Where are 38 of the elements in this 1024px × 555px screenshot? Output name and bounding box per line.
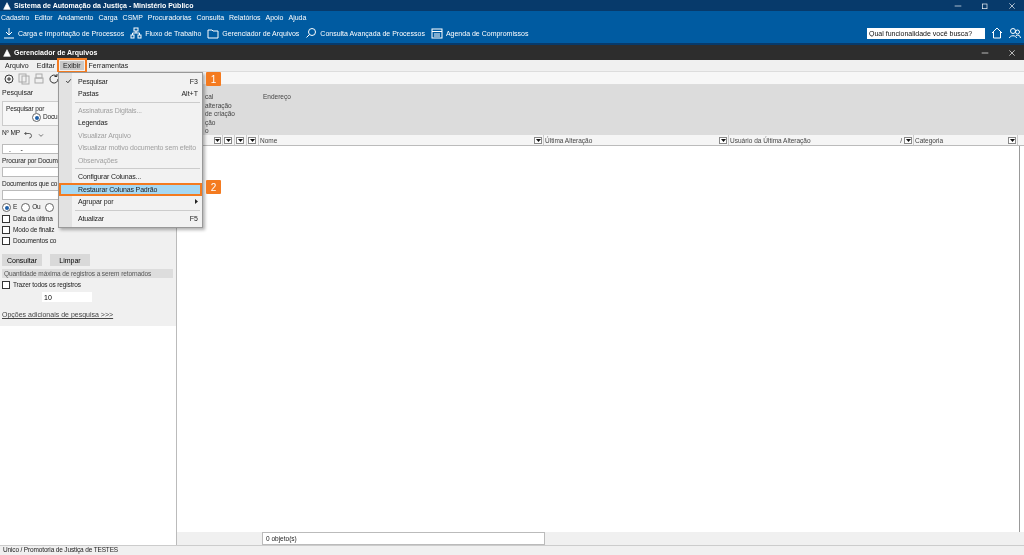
checkbox[interactable] <box>2 215 10 223</box>
print-icon <box>33 72 45 85</box>
radio-button[interactable] <box>2 203 11 212</box>
restore-icon <box>981 0 989 12</box>
filter-button[interactable] <box>236 136 244 144</box>
filter-button[interactable] <box>224 136 232 144</box>
download-icon <box>3 27 15 39</box>
filter-button[interactable] <box>904 136 912 144</box>
submenu-arrow-icon <box>195 199 198 205</box>
caret-icon <box>720 138 726 142</box>
logo-icon <box>3 46 11 59</box>
filter-button[interactable] <box>214 136 221 144</box>
search-icon <box>305 27 318 39</box>
refresh-icon <box>48 72 60 85</box>
checkbox[interactable] <box>2 237 10 245</box>
folder-icon <box>207 27 220 39</box>
undo-icon <box>23 129 33 141</box>
caret-icon <box>905 138 911 142</box>
filter-button[interactable] <box>248 136 256 144</box>
step-callout-tooltip: 2 <box>206 180 221 194</box>
filter-button[interactable] <box>719 136 727 144</box>
calendar-icon <box>430 27 443 39</box>
close-icon <box>1008 0 1016 12</box>
checkbox[interactable] <box>2 226 10 234</box>
users-icon <box>1009 27 1021 39</box>
filter-button[interactable] <box>1008 136 1016 144</box>
radio-button[interactable] <box>21 203 31 212</box>
step-callout-tooltip: 1 <box>206 72 221 86</box>
filter-button[interactable] <box>534 136 542 144</box>
checkbox[interactable] <box>2 281 10 289</box>
caret-icon <box>535 138 541 142</box>
logo-icon <box>3 0 11 12</box>
caret-icon <box>1009 138 1015 142</box>
hierarchy-icon <box>130 27 143 39</box>
radio-button[interactable] <box>44 203 54 212</box>
home-icon <box>991 27 1003 39</box>
radio-button[interactable] <box>32 113 41 122</box>
copy-icon <box>18 72 30 85</box>
